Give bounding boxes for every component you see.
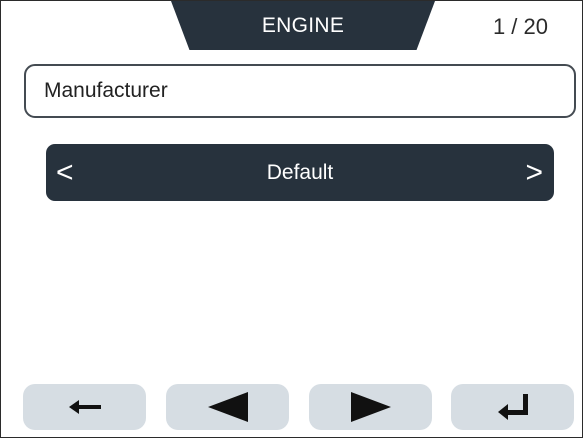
triangle-right-icon [350, 392, 391, 422]
arrow-left-icon [68, 400, 101, 414]
selector-prev-button[interactable]: < [56, 144, 74, 201]
selector-next-button[interactable]: > [525, 144, 543, 201]
manufacturer-field[interactable]: Manufacturer [24, 64, 576, 118]
enter-button[interactable] [451, 384, 574, 430]
selector-value: Default [266, 160, 334, 184]
next-button[interactable] [309, 384, 432, 430]
previous-button[interactable] [166, 384, 289, 430]
enter-return-icon [497, 394, 528, 420]
field-label: Manufacturer [44, 79, 168, 102]
page-title: ENGINE [261, 13, 345, 37]
back-button[interactable] [23, 384, 146, 430]
title-tab: ENGINE [171, 1, 435, 50]
device-screen: ENGINE 1 / 20 Manufacturer < Default > [0, 0, 583, 438]
value-selector: < Default > [46, 144, 554, 201]
triangle-left-icon [207, 392, 248, 422]
page-counter: 1 / 20 [492, 14, 548, 39]
